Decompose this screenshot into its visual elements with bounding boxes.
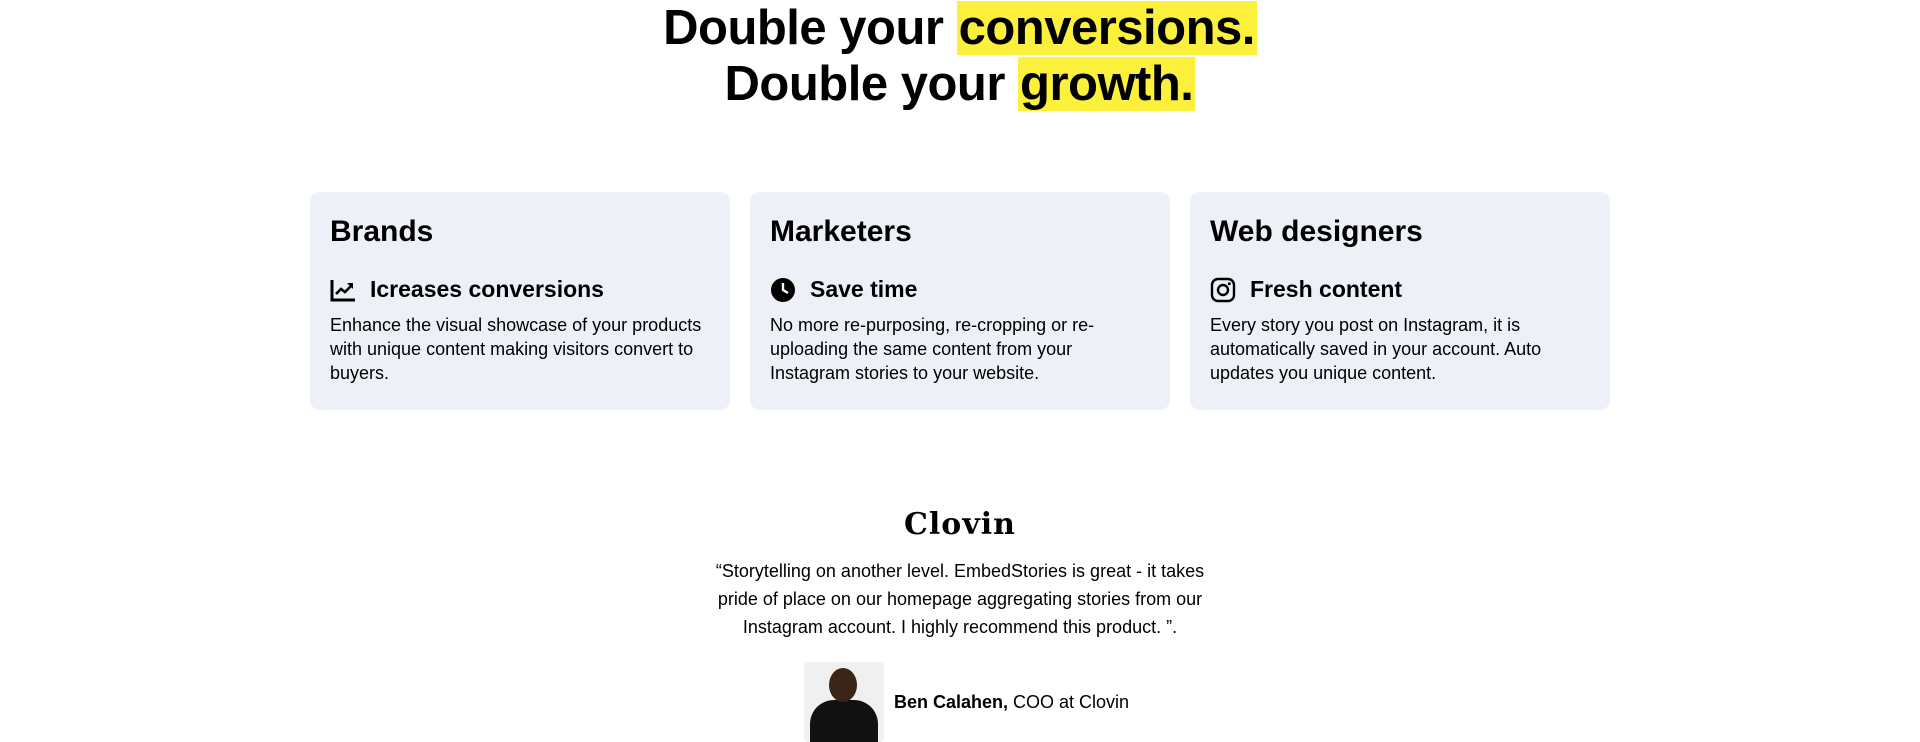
card-title: Brands — [330, 215, 434, 248]
testimonial-author: Ben Calahen, COO at Clovin — [804, 662, 1129, 742]
card-feature: Icreases conversions — [330, 276, 710, 303]
clovin-logo: Clovin — [904, 507, 1016, 542]
feature-title: Fresh content — [1250, 276, 1403, 302]
card-feature: Fresh content — [1210, 276, 1590, 303]
card-feature: Save time — [770, 276, 1150, 303]
card-title: Web designers — [1210, 215, 1423, 248]
headline-line-2: Double your growth. — [0, 56, 1920, 112]
feature-title: Icreases conversions — [370, 276, 604, 302]
author-photo — [804, 662, 884, 742]
headline-text: Double your — [724, 57, 1019, 111]
card-text: Every story you post on Instagram, it is… — [1210, 315, 1542, 383]
card-marketers: Marketers Save time No more re-purposing… — [750, 192, 1170, 410]
author-name: Ben Calahen, — [894, 691, 1009, 712]
card-web-designers: Web designers Fresh content Every story … — [1190, 192, 1610, 410]
headline-highlight: growth. — [1018, 57, 1196, 111]
card-text: Enhance the visual showcase of your prod… — [330, 315, 702, 383]
feature-title: Save time — [810, 276, 918, 302]
headline-highlight: conversions. — [956, 1, 1257, 55]
clock-icon — [770, 277, 796, 303]
testimonial-quote: “Storytelling on another level. EmbedSto… — [715, 561, 1205, 637]
audience-cards: Brands Icreases conversions Enhance the … — [310, 192, 1610, 410]
instagram-icon — [1210, 277, 1236, 303]
headline: Double your conversions. Double your gro… — [0, 0, 1920, 112]
card-brands: Brands Icreases conversions Enhance the … — [310, 192, 730, 410]
card-title: Marketers — [770, 215, 912, 248]
headline-line-1: Double your conversions. — [0, 0, 1920, 56]
author-info: Ben Calahen, COO at Clovin — [894, 692, 1129, 713]
card-text: No more re-purposing, re-cropping or re-… — [770, 315, 1095, 383]
author-role: COO at Clovin — [1008, 691, 1130, 712]
headline-text: Double your — [663, 1, 957, 55]
chart-line-icon — [330, 277, 356, 303]
